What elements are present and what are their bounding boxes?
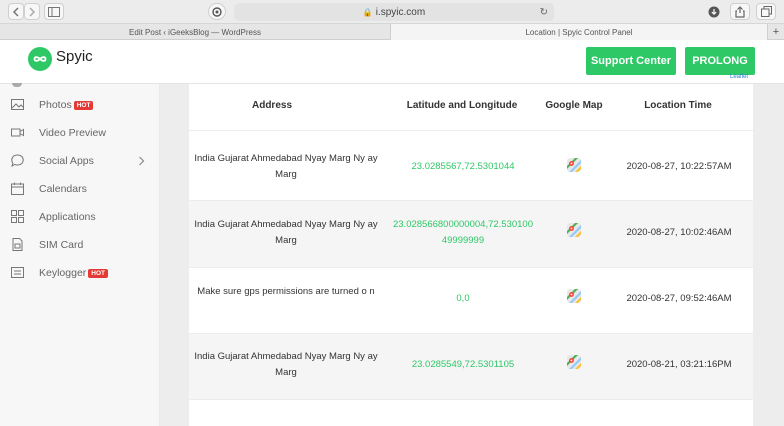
- sidebar-item-label: Photos: [39, 99, 72, 111]
- sidebar-item-label: Calendars: [39, 183, 87, 195]
- google-maps-icon: [567, 223, 581, 237]
- keyboard-icon: [11, 267, 24, 278]
- calendar-icon: [11, 182, 24, 195]
- tab-spyic[interactable]: Location | Spyic Control Panel: [390, 24, 768, 40]
- coordinates-cell: 23.0285567,72.5301044: [411, 161, 515, 172]
- sim-card-icon: [12, 238, 23, 251]
- chevron-right-icon: [29, 6, 36, 17]
- time-cell: 2020-08-27, 10:02:46AM: [626, 227, 732, 238]
- video-icon: [11, 128, 24, 137]
- column-header-google-map: Google Map: [545, 100, 603, 111]
- table-row: [189, 399, 753, 426]
- google-map-link[interactable]: [566, 222, 582, 243]
- column-header-location-time: Location Time: [644, 100, 712, 111]
- sidebar-item-label: Keylogger: [39, 267, 87, 279]
- sidebar-toggle-button[interactable]: [44, 3, 64, 20]
- hot-badge: HOT: [88, 268, 109, 278]
- time-cell: 2020-08-27, 09:52:46AM: [626, 293, 732, 304]
- column-header-address: Address: [251, 100, 292, 111]
- support-center-button[interactable]: Support Center: [586, 47, 676, 75]
- tab-title: Edit Post ‹ iGeeksBlog — WordPress: [129, 27, 261, 37]
- address-bar[interactable]: 🔒 i.spyic.com ↻: [234, 3, 554, 21]
- back-button[interactable]: [8, 3, 24, 20]
- sidebar-item-label: SIM Card: [39, 239, 84, 251]
- prolong-button[interactable]: PROLONG: [685, 47, 755, 75]
- sidebar-item-calendars[interactable]: Calendars: [0, 178, 160, 200]
- sidebar-item-applications[interactable]: Applications: [0, 206, 160, 228]
- time-cell: 2020-08-21, 03:21:16PM: [626, 359, 732, 370]
- address-cell: Make sure gps permissions are turned o n: [197, 286, 375, 297]
- url-text: i.spyic.com: [375, 6, 426, 18]
- chevron-right-icon: [139, 156, 145, 166]
- coordinates-cell: 23.028566800000004,72.530100 49999999: [392, 219, 533, 246]
- tab-title: Location | Spyic Control Panel: [525, 27, 633, 37]
- time-cell: 2020-08-27, 10:22:57AM: [626, 161, 732, 172]
- share-icon: [735, 5, 745, 18]
- tab-bar: Edit Post ‹ iGeeksBlog — WordPress Locat…: [0, 24, 784, 40]
- sidebar-item-keylogger[interactable]: Keylogger HOT: [0, 262, 160, 284]
- brand-name: Spyic: [56, 48, 93, 65]
- reload-icon[interactable]: ↻: [540, 7, 548, 18]
- sidebar: Photos HOT Video Preview Social Apps Cale…: [0, 83, 160, 426]
- sidebar-item-label: Applications: [39, 211, 96, 223]
- plus-icon: +: [772, 26, 780, 38]
- google-maps-icon: [567, 355, 581, 369]
- spyic-logo[interactable]: [28, 47, 52, 71]
- google-maps-icon: [567, 289, 581, 303]
- chat-bubble-icon: [11, 154, 24, 167]
- coordinates-cell: 23.0285549,72.5301105: [411, 359, 515, 370]
- browser-toolbar: 🔒 i.spyic.com ↻: [0, 0, 784, 24]
- google-maps-icon: [567, 158, 581, 172]
- tabs-icon: [760, 6, 772, 17]
- partial-menu-icon: [12, 83, 22, 87]
- share-button[interactable]: [730, 3, 750, 20]
- tab-wordpress[interactable]: Edit Post ‹ iGeeksBlog — WordPress: [0, 24, 390, 40]
- sidebar-item-label: Video Preview: [39, 127, 106, 139]
- address-cell: India Gujarat Ahmedabad Nyay Marg Ny ay …: [194, 219, 378, 246]
- address-cell: India Gujarat Ahmedabad Nyay Marg Ny ay …: [194, 351, 378, 378]
- sidebar-item-social-apps[interactable]: Social Apps: [0, 150, 160, 172]
- google-map-link[interactable]: [566, 354, 582, 375]
- globe-icon: [212, 6, 222, 17]
- photo-icon: [11, 99, 24, 110]
- new-tab-button[interactable]: +: [768, 24, 784, 40]
- tabs-overview-button[interactable]: [756, 3, 776, 20]
- sidebar-item-sim-card[interactable]: SIM Card: [0, 234, 160, 256]
- google-map-link[interactable]: [566, 157, 582, 178]
- downloads-button[interactable]: [704, 3, 724, 20]
- infinity-icon: [33, 56, 47, 62]
- sidebar-icon: [48, 6, 60, 17]
- lock-icon: 🔒: [362, 7, 373, 17]
- sidebar-item-video-preview[interactable]: Video Preview: [0, 122, 160, 144]
- column-header-coordinates: Latitude and Longitude: [406, 100, 518, 111]
- address-cell: India Gujarat Ahmedabad Nyay Marg Ny ay …: [194, 153, 378, 180]
- forward-button[interactable]: [24, 3, 40, 20]
- apps-grid-icon: [11, 210, 24, 223]
- sidebar-item-label: Social Apps: [39, 155, 94, 167]
- download-icon: [708, 6, 720, 17]
- google-map-link[interactable]: [566, 288, 582, 309]
- leaflet-attribution[interactable]: Leaflet: [730, 74, 748, 80]
- hot-badge: HOT: [73, 100, 94, 110]
- chevron-left-icon: [12, 6, 19, 17]
- coordinates-cell: 0,0: [456, 293, 470, 304]
- sidebar-item-photos[interactable]: Photos HOT: [0, 94, 160, 116]
- extension-button[interactable]: [208, 3, 226, 20]
